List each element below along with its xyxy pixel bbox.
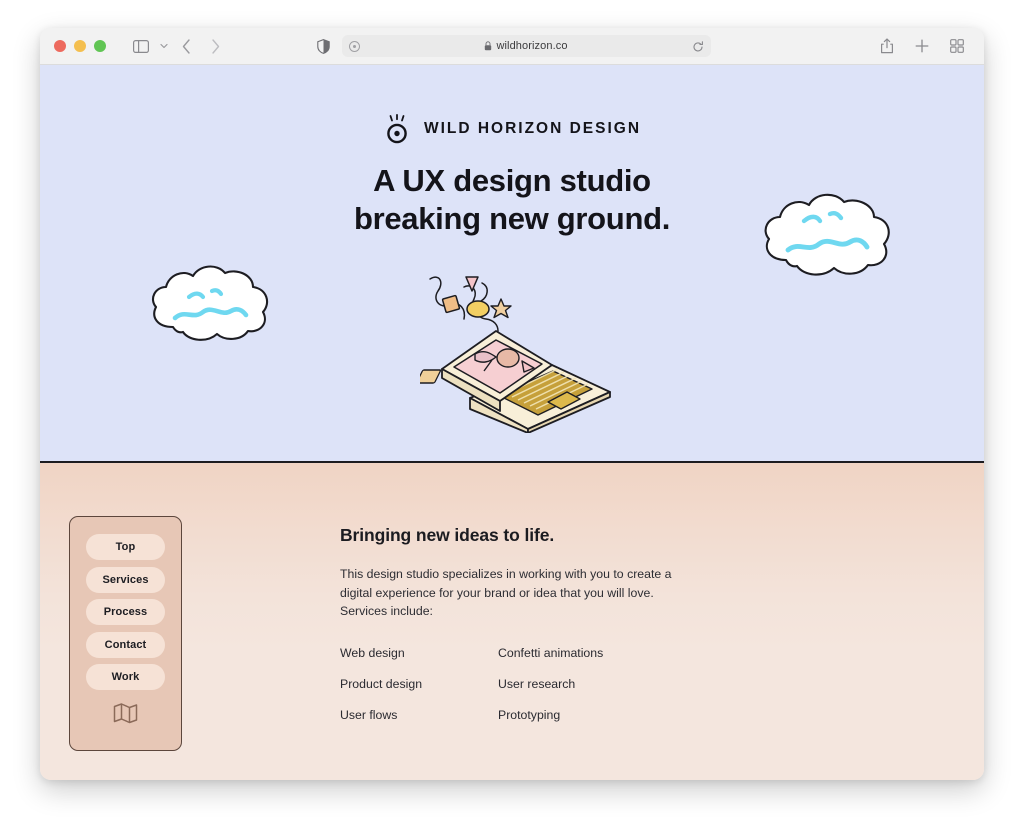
sidebar-item-work[interactable]: Work (86, 664, 165, 690)
map-icon[interactable] (113, 702, 138, 724)
service-item: Prototyping (498, 708, 561, 723)
new-tab-icon[interactable] (909, 34, 935, 58)
hero-section: WILD HORIZON DESIGN A UX design studio b… (40, 65, 984, 463)
navigation-controls (128, 34, 228, 58)
sidebar-item-services[interactable]: Services (86, 566, 165, 593)
url-bar[interactable]: wildhorizon.co (342, 35, 711, 57)
headline-line-1: A UX design studio (373, 163, 651, 198)
content-section: Top Services Process Contact Work Bringi… (40, 463, 984, 780)
main-text-block: Bringing new ideas to life. This design … (340, 525, 760, 722)
site-logo[interactable]: WILD HORIZON DESIGN (40, 65, 984, 144)
page-viewport: WILD HORIZON DESIGN A UX design studio b… (40, 65, 984, 780)
browser-window: wildhorizon.co WILD HORIZON DESIGN A UX … (40, 28, 984, 780)
toolbar-right-actions (874, 34, 970, 58)
lock-icon (485, 41, 492, 51)
cloud-icon (764, 193, 890, 276)
browser-toolbar: wildhorizon.co (40, 28, 984, 65)
url-text: wildhorizon.co (496, 40, 568, 52)
sidebar-item-top[interactable]: Top (86, 534, 165, 560)
close-window-button[interactable] (54, 40, 66, 52)
eye-circle-icon (387, 114, 407, 144)
page-zoom-icon[interactable] (349, 40, 360, 52)
tab-overview-icon[interactable] (944, 34, 970, 58)
service-item: User flows (340, 708, 398, 723)
sidebar-toggle-icon[interactable] (128, 34, 154, 58)
sidebar-item-process[interactable]: Process (86, 599, 165, 625)
share-icon[interactable] (874, 34, 900, 58)
service-item: Confetti animations (498, 646, 604, 661)
forward-button[interactable] (202, 34, 228, 58)
window-controls (54, 40, 106, 52)
section-paragraph: This design studio specializes in workin… (340, 567, 672, 619)
back-button[interactable] (173, 34, 199, 58)
headline-line-2: breaking new ground. (353, 200, 671, 236)
brand-name: WILD HORIZON DESIGN (423, 120, 642, 137)
minimize-window-button[interactable] (74, 40, 86, 52)
section-title: Bringing new ideas to life. (340, 525, 555, 545)
maximize-window-button[interactable] (94, 40, 106, 52)
reload-icon[interactable] (692, 40, 704, 52)
services-list: Web design Confetti animations Product d… (340, 646, 760, 722)
sidebar-item-contact[interactable]: Contact (86, 631, 165, 658)
service-item: User research (498, 677, 576, 692)
laptop-confetti-illustration (420, 276, 611, 433)
side-nav-panel: Top Services Process Contact Work (69, 516, 182, 751)
service-item: Product design (340, 677, 423, 692)
cloud-icon (152, 265, 269, 341)
chevron-down-icon[interactable] (157, 34, 170, 58)
privacy-shield-icon[interactable] (313, 36, 333, 56)
service-item: Web design (340, 646, 405, 661)
